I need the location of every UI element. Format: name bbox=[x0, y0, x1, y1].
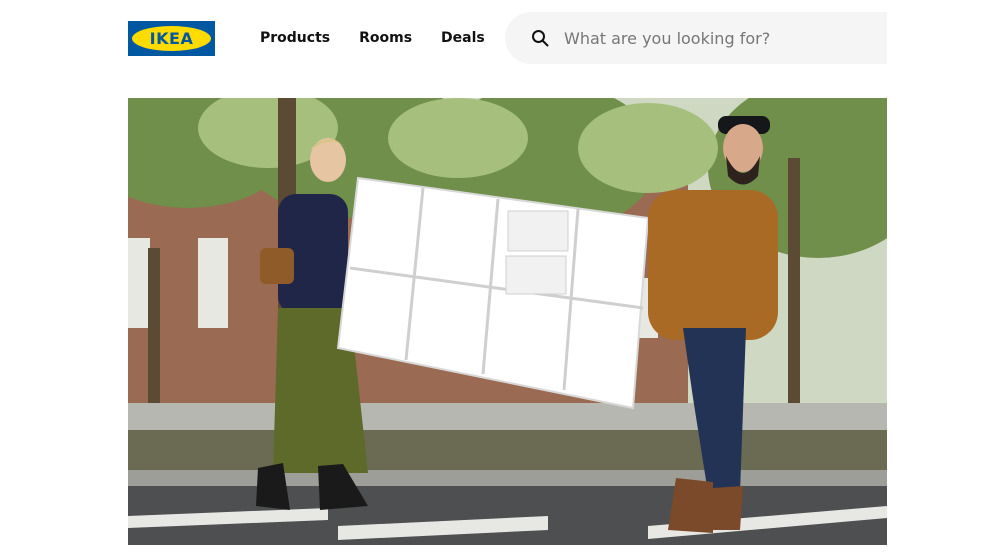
logo-text: IKEA bbox=[149, 29, 194, 48]
hero-photo-illustration bbox=[128, 98, 887, 545]
nav-item-deals[interactable]: Deals bbox=[441, 29, 485, 47]
nav-item-rooms[interactable]: Rooms bbox=[359, 29, 412, 47]
search-input[interactable] bbox=[564, 28, 864, 48]
ikea-logo[interactable]: IKEA bbox=[128, 21, 215, 56]
nav-item-products[interactable]: Products bbox=[260, 29, 330, 47]
main-nav: Products Rooms Deals bbox=[260, 29, 485, 47]
logo-oval: IKEA bbox=[132, 26, 211, 51]
search-icon[interactable] bbox=[530, 28, 550, 48]
search-bar[interactable] bbox=[505, 12, 887, 64]
hero-image[interactable] bbox=[128, 98, 887, 545]
